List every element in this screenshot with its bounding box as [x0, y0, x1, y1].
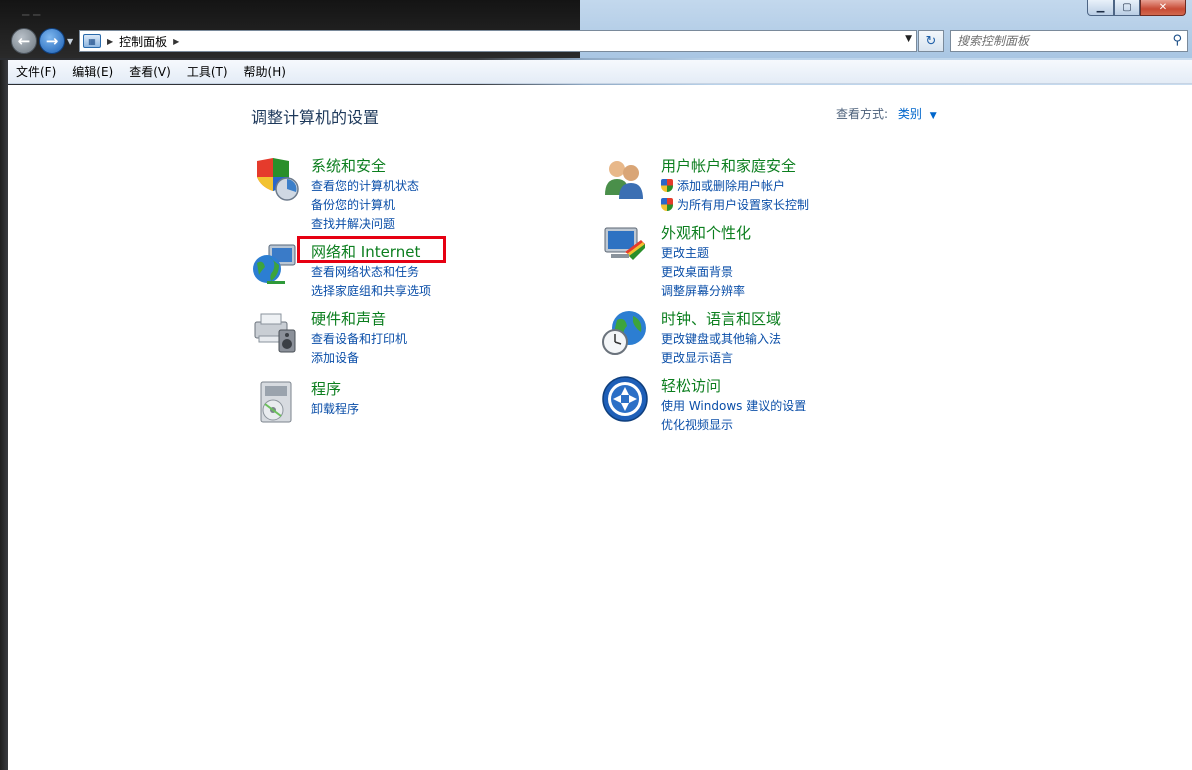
caption-buttons: ▁ ▢ ✕ — [1087, 0, 1186, 16]
chevron-right-icon[interactable]: ▶ — [173, 37, 179, 46]
view-by: 查看方式: 类别 ▼ — [836, 105, 937, 122]
close-icon: ✕ — [1158, 2, 1168, 13]
menu-bar: 文件(F) 编辑(E) 查看(V) 工具(T) 帮助(H) — [8, 60, 1192, 84]
view-by-dropdown[interactable]: 类别 — [898, 107, 922, 121]
link-screen-resolution[interactable]: 调整屏幕分辨率 — [661, 282, 745, 301]
clock-language-region-icon[interactable] — [601, 308, 649, 356]
link-add-device[interactable]: 添加设备 — [311, 349, 407, 368]
category-title[interactable]: 用户帐户和家庭安全 — [661, 155, 796, 176]
forward-arrow-icon: → — [45, 32, 59, 50]
refresh-icon: ↻ — [925, 33, 937, 49]
link-label[interactable]: 为所有用户设置家长控制 — [677, 198, 809, 212]
back-button[interactable]: ← — [11, 28, 37, 54]
search-icon[interactable]: ⚲ — [1172, 33, 1182, 48]
category-title[interactable]: 时钟、语言和区域 — [661, 308, 781, 329]
link-change-theme[interactable]: 更改主题 — [661, 244, 745, 263]
content-area: 调整计算机的设置 查看方式: 类别 ▼ 系统和安全 查看您的计算机状态 备份您的… — [8, 85, 1192, 770]
recent-pages-dropdown[interactable]: ▼ — [67, 37, 73, 46]
category-title[interactable]: 程序 — [311, 378, 341, 399]
chevron-down-icon[interactable]: ▼ — [930, 111, 937, 121]
category-title[interactable]: 系统和安全 — [311, 155, 386, 176]
link-change-input-methods[interactable]: 更改键盘或其他输入法 — [661, 330, 781, 349]
category-title[interactable]: 外观和个性化 — [661, 222, 751, 243]
back-arrow-icon: ← — [17, 32, 31, 50]
appearance-icon[interactable] — [601, 222, 649, 270]
menu-view[interactable]: 查看(V) — [121, 63, 179, 80]
forward-button[interactable]: → — [39, 28, 65, 54]
search-box[interactable]: ⚲ — [950, 30, 1188, 52]
page-title: 调整计算机的设置 — [251, 108, 380, 127]
ease-of-access-icon[interactable] — [601, 375, 649, 423]
window-title-reflection: ─ ─ — [22, 8, 41, 22]
link-uninstall-program[interactable]: 卸载程序 — [311, 400, 359, 419]
link-change-background[interactable]: 更改桌面背景 — [661, 263, 745, 282]
maximize-button[interactable]: ▢ — [1114, 0, 1140, 16]
link-change-display-language[interactable]: 更改显示语言 — [661, 349, 781, 368]
programs-icon[interactable] — [251, 378, 299, 426]
menu-tools[interactable]: 工具(T) — [179, 63, 236, 80]
network-internet-icon[interactable] — [251, 241, 299, 289]
menu-help[interactable]: 帮助(H) — [236, 63, 294, 80]
hardware-sound-icon[interactable] — [251, 308, 299, 356]
link-troubleshoot[interactable]: 查找并解决问题 — [311, 215, 419, 234]
system-security-icon[interactable] — [251, 155, 299, 203]
link-optimize-visual-display[interactable]: 优化视频显示 — [661, 416, 806, 435]
link-label[interactable]: 添加或删除用户帐户 — [677, 179, 785, 193]
window-left-edge — [0, 60, 8, 770]
chevron-down-icon[interactable]: ▼ — [905, 34, 912, 44]
link-view-computer-status[interactable]: 查看您的计算机状态 — [311, 177, 419, 196]
chevron-right-icon[interactable]: ▶ — [107, 37, 113, 46]
link-recommended-settings[interactable]: 使用 Windows 建议的设置 — [661, 397, 806, 416]
link-network-status[interactable]: 查看网络状态和任务 — [311, 263, 431, 282]
menu-file[interactable]: 文件(F) — [8, 63, 64, 80]
address-bar[interactable]: ▦ ▶ 控制面板 ▶ ▼ — [79, 30, 917, 52]
link-parental-controls[interactable]: 为所有用户设置家长控制 — [661, 196, 809, 215]
search-input[interactable] — [951, 31, 1161, 51]
link-homegroup-sharing[interactable]: 选择家庭组和共享选项 — [311, 282, 431, 301]
user-accounts-icon[interactable] — [601, 155, 649, 203]
close-button[interactable]: ✕ — [1140, 0, 1186, 16]
category-title[interactable]: 硬件和声音 — [311, 308, 386, 329]
menu-edit[interactable]: 编辑(E) — [64, 63, 121, 80]
view-by-label: 查看方式: — [836, 107, 889, 121]
category-title[interactable]: 轻松访问 — [661, 375, 721, 396]
minimize-icon: ▁ — [1096, 2, 1105, 13]
link-backup-computer[interactable]: 备份您的计算机 — [311, 196, 419, 215]
minimize-button[interactable]: ▁ — [1087, 0, 1114, 16]
maximize-icon: ▢ — [1122, 2, 1132, 13]
link-devices-printers[interactable]: 查看设备和打印机 — [311, 330, 407, 349]
category-title[interactable]: 网络和 Internet — [311, 241, 420, 262]
control-panel-icon: ▦ — [83, 34, 101, 48]
uac-shield-icon — [661, 198, 673, 211]
link-add-remove-accounts[interactable]: 添加或删除用户帐户 — [661, 177, 809, 196]
refresh-button[interactable]: ↻ — [918, 30, 944, 52]
uac-shield-icon — [661, 179, 673, 192]
breadcrumb-control-panel[interactable]: 控制面板 — [119, 33, 167, 50]
